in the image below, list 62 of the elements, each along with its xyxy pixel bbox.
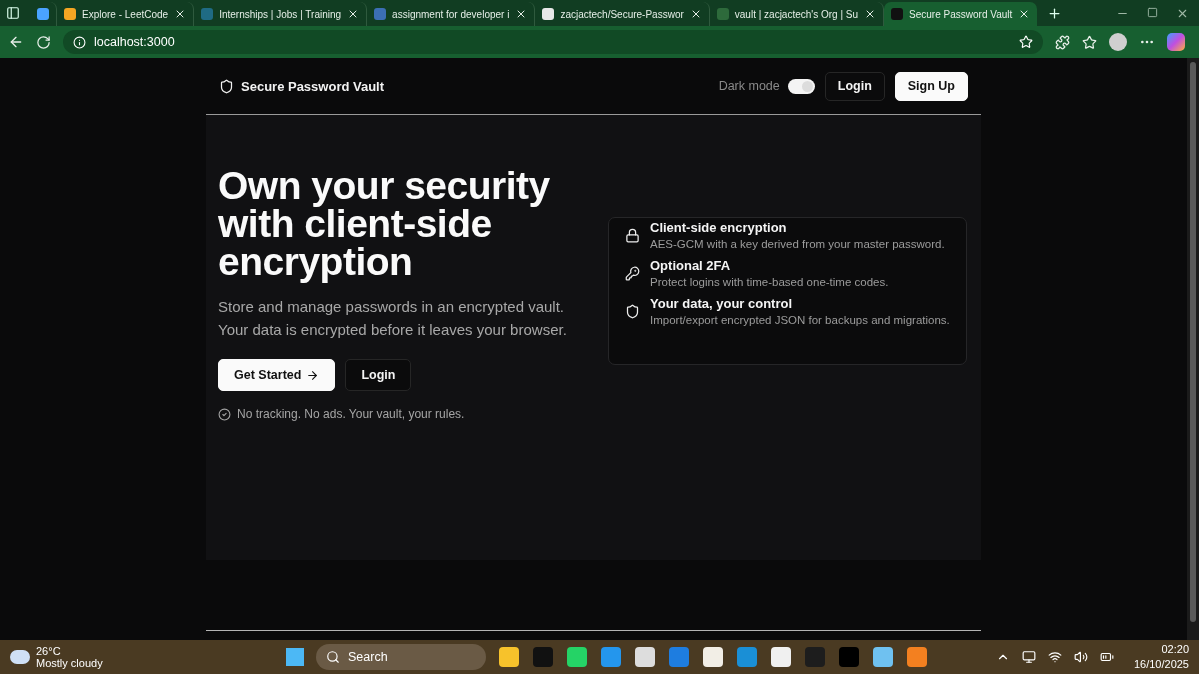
site-icon <box>374 8 387 20</box>
feature-title: Your data, your control <box>650 296 794 311</box>
key-icon <box>625 265 640 281</box>
app-icon[interactable] <box>601 647 621 667</box>
volume-icon[interactable] <box>1073 650 1088 664</box>
app-icon[interactable] <box>635 647 655 667</box>
back-icon[interactable] <box>8 34 24 50</box>
info-icon[interactable] <box>73 35 86 49</box>
shield-icon <box>219 78 234 94</box>
clock-time: 02:20 <box>1161 642 1189 657</box>
site-icon <box>64 8 76 20</box>
brand-title: Secure Password Vault <box>241 78 385 94</box>
privacy-note: No tracking. No ads. Your vault, your rules. <box>237 407 465 421</box>
dark-mode-label: Dark mode <box>718 79 780 93</box>
favorites-icon[interactable] <box>1082 34 1097 50</box>
app-icon[interactable] <box>873 647 893 667</box>
extensions-icon[interactable] <box>1055 34 1070 50</box>
arrow-right-icon <box>306 368 320 382</box>
app-icon[interactable] <box>771 647 791 667</box>
app-icon[interactable] <box>499 647 519 667</box>
feature-title: Optional 2FA <box>650 258 732 273</box>
feature-title: Client-side encryption <box>650 220 788 235</box>
login-button[interactable]: Login <box>345 359 412 391</box>
reload-icon[interactable] <box>36 34 51 50</box>
battery-icon[interactable] <box>1099 650 1114 664</box>
maximize-icon[interactable] <box>1147 6 1158 18</box>
temperature: 26°C <box>36 645 62 657</box>
lock-icon <box>625 227 640 243</box>
profile-icon[interactable] <box>1109 33 1127 51</box>
get-started-button[interactable]: Get Started <box>218 359 336 391</box>
weather-text: Mostly cloudy <box>36 657 103 669</box>
dark-mode-toggle[interactable] <box>787 78 815 94</box>
browser-tab[interactable]: Secure Password Vault <box>884 2 1038 26</box>
shield-icon <box>625 303 640 319</box>
address-field[interactable]: localhost:3000 <box>63 30 1043 54</box>
site-icon <box>542 8 555 20</box>
feature-text: AES-GCM with a key derived from your master password. <box>650 238 945 250</box>
new-tab-icon[interactable] <box>1047 5 1063 21</box>
site-icon <box>201 8 214 20</box>
check-circle-icon <box>218 407 231 421</box>
site-icon <box>37 8 49 20</box>
sidebar-icon[interactable] <box>6 6 20 20</box>
sign-up-button[interactable]: Sign Up <box>894 71 968 101</box>
hero-title: Own your security with client-side encryption <box>218 167 551 281</box>
search-field[interactable]: Search <box>316 644 486 670</box>
star-icon[interactable] <box>1019 35 1033 49</box>
app-icon[interactable] <box>907 647 927 667</box>
search-icon <box>326 650 340 664</box>
site-icon <box>716 8 729 20</box>
clock-date: 16/10/2025 <box>1133 657 1189 672</box>
wifi-icon[interactable] <box>1047 650 1062 664</box>
app-icon[interactable] <box>703 647 723 667</box>
weather-icon <box>10 650 30 664</box>
hero-subtitle: Store and manage passwords in an encrypted vault. Your data is encrypted before it leaves your browser. <box>218 297 568 340</box>
start-icon[interactable] <box>286 648 304 666</box>
site-icon <box>891 8 904 20</box>
login-button[interactable]: Login <box>824 71 885 101</box>
monitor-icon[interactable] <box>1021 650 1036 664</box>
feature-text: Protect logins with time-based one-time codes. <box>650 276 889 288</box>
feature-text: Import/export encrypted JSON for backups and migrations. <box>650 314 950 326</box>
scrollbar[interactable] <box>1187 58 1199 640</box>
app-icon[interactable] <box>567 647 587 667</box>
